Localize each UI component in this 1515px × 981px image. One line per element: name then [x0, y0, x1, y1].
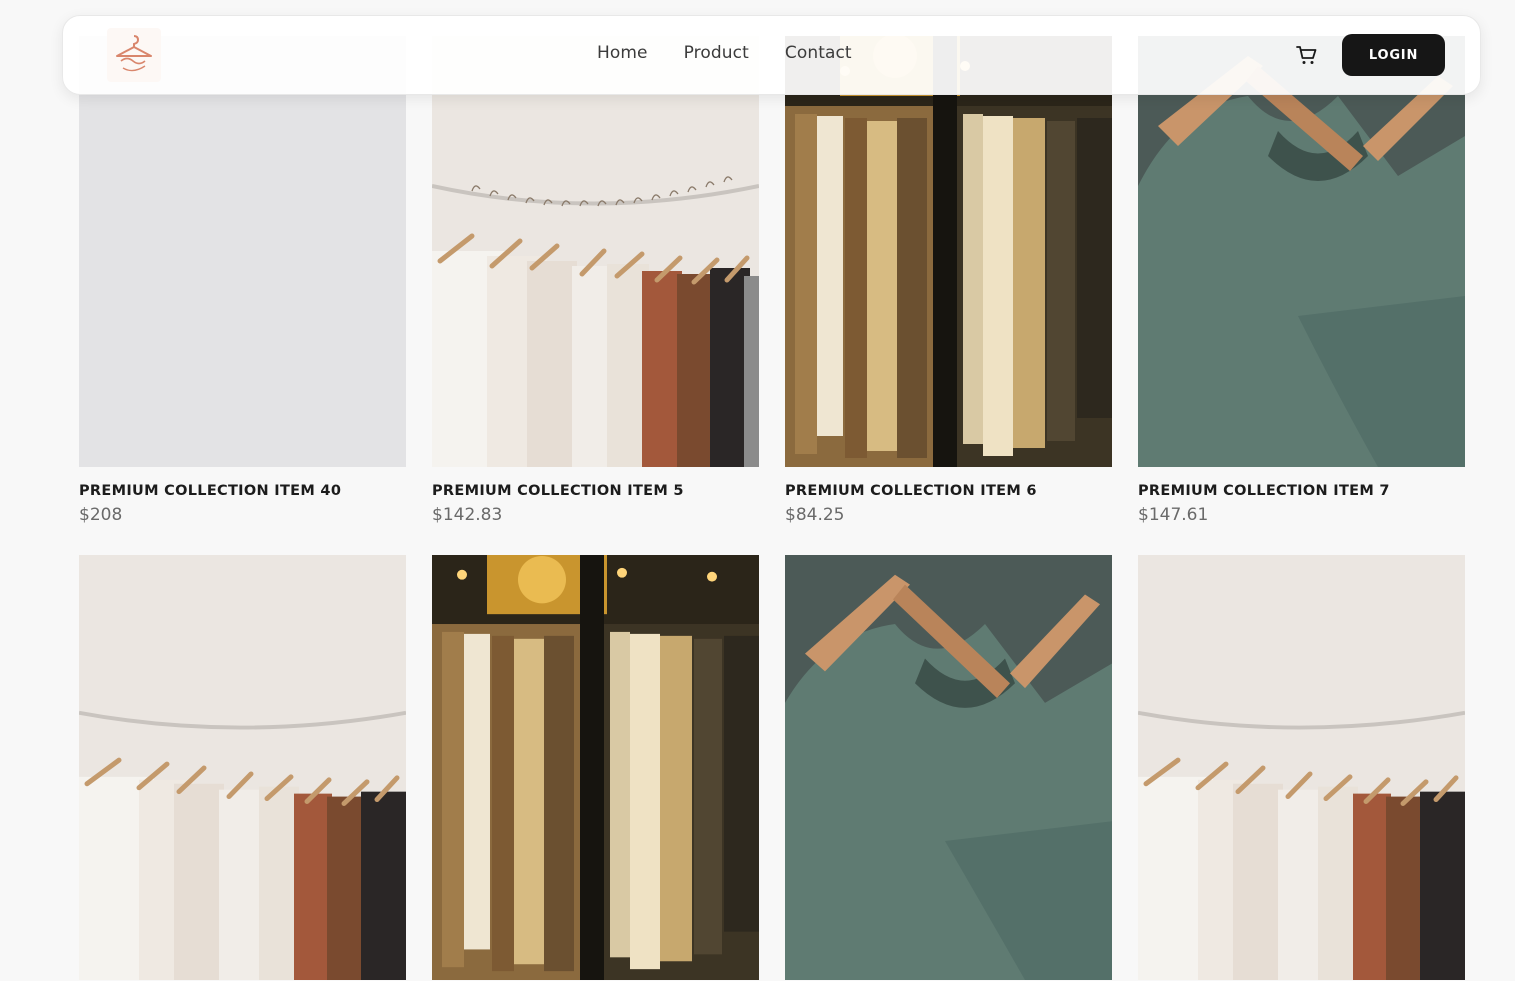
- product-image[interactable]: [432, 555, 759, 980]
- nav-home[interactable]: Home: [597, 43, 648, 63]
- product-card[interactable]: [1138, 555, 1465, 980]
- product-image[interactable]: [1138, 36, 1465, 467]
- product-grid: PREMIUM COLLECTION ITEM 40 $208 PREMIUM …: [79, 36, 1465, 980]
- product-title[interactable]: PREMIUM COLLECTION ITEM 40: [79, 483, 406, 499]
- product-card[interactable]: PREMIUM COLLECTION ITEM 5 $142.83: [432, 36, 759, 525]
- product-price: $208: [79, 505, 123, 525]
- product-price: $142.83: [432, 505, 503, 525]
- product-card[interactable]: [432, 555, 759, 980]
- product-price: $147.61: [1138, 505, 1209, 525]
- login-button[interactable]: LOGIN: [1342, 34, 1445, 76]
- product-image[interactable]: [432, 36, 759, 467]
- product-image[interactable]: [79, 555, 406, 980]
- product-price: $84.25: [785, 505, 845, 525]
- main-nav: Home Product Contact: [597, 43, 852, 63]
- brand-logo[interactable]: [107, 28, 161, 82]
- product-card[interactable]: PREMIUM COLLECTION ITEM 7 $147.61: [1138, 36, 1465, 525]
- hanger-logo-icon: [116, 35, 152, 72]
- product-image[interactable]: [785, 555, 1112, 980]
- product-card[interactable]: PREMIUM COLLECTION ITEM 40 $208: [79, 36, 406, 525]
- cart-icon[interactable]: [1295, 43, 1319, 67]
- product-title[interactable]: PREMIUM COLLECTION ITEM 6: [785, 483, 1112, 499]
- nav-product[interactable]: Product: [684, 43, 749, 63]
- nav-contact[interactable]: Contact: [785, 43, 852, 63]
- top-navbar: Home Product Contact LOGIN: [62, 15, 1481, 95]
- product-card[interactable]: [79, 555, 406, 980]
- product-image-placeholder[interactable]: [79, 36, 406, 467]
- product-image[interactable]: [1138, 555, 1465, 980]
- product-card[interactable]: PREMIUM COLLECTION ITEM 6 $84.25: [785, 36, 1112, 525]
- product-image[interactable]: [785, 36, 1112, 467]
- product-title[interactable]: PREMIUM COLLECTION ITEM 5: [432, 483, 759, 499]
- product-title[interactable]: PREMIUM COLLECTION ITEM 7: [1138, 483, 1465, 499]
- product-card[interactable]: [785, 555, 1112, 980]
